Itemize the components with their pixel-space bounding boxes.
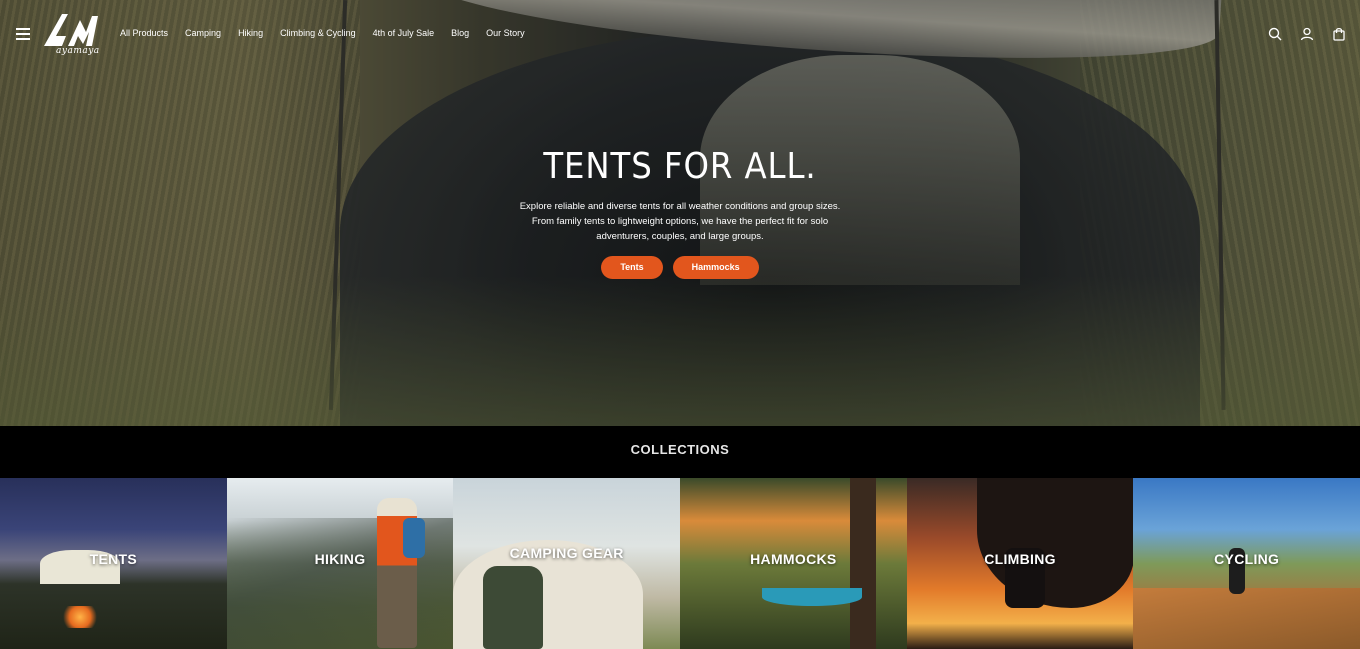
hero-content: TENTS FOR ALL. Explore reliable and dive… [480,146,880,279]
header-icons [1268,27,1346,41]
cart-icon[interactable] [1332,27,1346,41]
trail-illustration [1133,588,1360,649]
nav-camping[interactable]: Camping [185,28,221,38]
collection-label-cycling: CYCLING [1214,551,1280,567]
nav-4th-of-july-sale[interactable]: 4th of July Sale [373,28,435,38]
main-nav: All Products Camping Hiking Climbing & C… [120,28,542,38]
collection-card-tents[interactable]: TENTS [0,478,227,649]
collection-card-climbing[interactable]: CLIMBING [906,478,1134,649]
tents-button[interactable]: Tents [601,256,663,279]
collection-card-cycling[interactable]: CYCLING [1133,478,1360,649]
nav-our-story[interactable]: Our Story [486,28,525,38]
collection-label-hammocks: HAMMOCKS [750,551,837,567]
hammock-illustration [762,588,863,606]
logo-mark-icon [44,14,98,46]
nav-climbing-cycling[interactable]: Climbing & Cycling [280,28,356,38]
hero-buttons: Tents Hammocks [480,256,880,279]
menu-icon[interactable] [16,28,30,40]
collection-label-hiking: HIKING [314,551,366,567]
collections-title: COLLECTIONS [630,442,730,457]
collections-section: COLLECTIONS TENTS HIKING CAMPING GEAR HA… [0,426,1360,649]
collection-label-climbing: CLIMBING [984,551,1056,567]
collection-cards: TENTS HIKING CAMPING GEAR HAMMOCKS CLIMB… [0,478,1360,649]
search-icon[interactable] [1268,27,1282,41]
site-header: ayamaya All Products Camping Hiking Clim… [0,0,1360,70]
nav-all-products[interactable]: All Products [120,28,168,38]
nav-hiking[interactable]: Hiking [238,28,263,38]
account-icon[interactable] [1300,27,1314,41]
logo-text: ayamaya [56,46,100,56]
rock-overhang-illustration [976,478,1134,608]
collection-card-hammocks[interactable]: HAMMOCKS [680,478,907,649]
backpack-illustration [483,566,544,649]
campfire-illustration [62,606,98,628]
hammocks-button[interactable]: Hammocks [672,256,759,279]
collection-card-camping-gear[interactable]: CAMPING GEAR [453,478,681,649]
collection-label-camping-gear: CAMPING GEAR [509,545,624,561]
hero-description: Explore reliable and diverse tents for a… [519,201,841,242]
collection-label-tents: TENTS [89,551,138,567]
collection-card-hiking[interactable]: HIKING [226,478,454,649]
nav-blog[interactable]: Blog [451,28,469,38]
brand-logo[interactable]: ayamaya [42,12,106,58]
hero-title: TENTS FOR ALL. [543,146,817,187]
